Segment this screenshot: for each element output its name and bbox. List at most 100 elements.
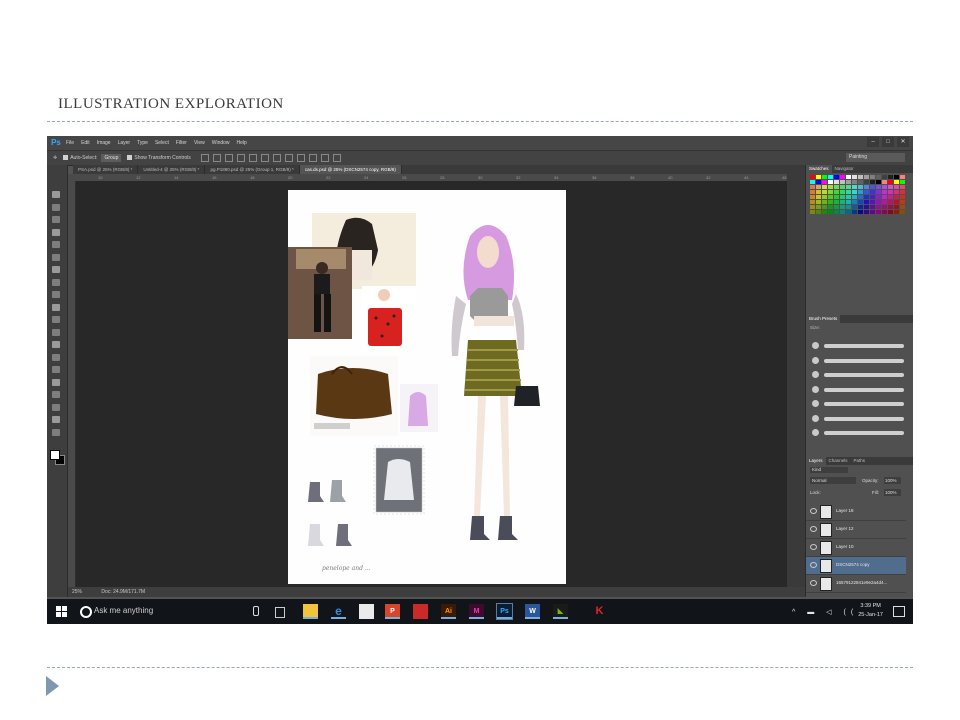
workspace-dropdown[interactable]: Painting [846,153,905,162]
move-tool-icon[interactable] [52,191,60,198]
indesign-icon[interactable]: M [469,604,484,619]
color-swatch[interactable] [846,180,851,184]
microphone-icon[interactable] [253,606,259,616]
color-swatch[interactable] [888,195,893,199]
color-swatch[interactable] [816,210,821,214]
auto-select-checkbox[interactable]: Auto-Select: [63,155,97,161]
blend-mode-dropdown[interactable]: Normal [810,477,856,484]
layer-kind-filter[interactable]: Kind [810,467,848,473]
color-swatch[interactable] [822,190,827,194]
pen-tool-icon[interactable] [52,366,60,373]
color-swatch[interactable] [810,200,815,204]
color-swatch[interactable] [810,180,815,184]
menu-layer[interactable]: Layer [118,140,131,146]
color-swatch[interactable] [828,190,833,194]
align-left-icon[interactable] [236,154,245,162]
brush-preset[interactable] [812,400,906,408]
color-swatch[interactable] [858,180,863,184]
edge-browser-icon[interactable]: e [331,604,346,619]
color-swatch[interactable] [840,185,845,189]
color-swatch[interactable] [900,185,905,189]
distribute-right-icon[interactable] [332,154,341,162]
color-swatch[interactable] [888,200,893,204]
color-swatch[interactable] [870,185,875,189]
color-swatch[interactable] [834,185,839,189]
color-swatch[interactable] [822,195,827,199]
color-swatch[interactable] [828,175,833,179]
color-swatch[interactable] [852,175,857,179]
taskbar-search-input[interactable]: Ask me anything [94,606,153,615]
type-tool-icon[interactable] [52,378,60,386]
visibility-eye-icon[interactable] [810,526,817,532]
menu-view[interactable]: View [194,140,205,146]
color-swatch[interactable] [828,185,833,189]
color-swatch[interactable] [834,210,839,214]
color-swatch[interactable] [888,210,893,214]
color-swatch[interactable] [852,190,857,194]
color-swatch[interactable] [882,175,887,179]
layer-row[interactable]: Layer 10 [806,539,906,557]
brush-tool-icon[interactable] [52,278,60,286]
color-swatch[interactable] [810,190,815,194]
color-swatch[interactable] [900,180,905,184]
color-swatch[interactable] [870,195,875,199]
dodge-tool-icon[interactable] [52,353,60,361]
color-swatch[interactable] [840,175,845,179]
distribute-bottom-icon[interactable] [296,154,305,162]
color-swatch[interactable] [834,180,839,184]
menu-filter[interactable]: Filter [176,140,187,146]
system-tray-icons[interactable]: ^ ▬ ◁ (( [792,608,858,616]
brush-preset[interactable] [812,385,906,394]
brush-preset[interactable] [812,356,906,365]
distribute-top-icon[interactable] [272,154,281,162]
word-icon[interactable]: W [525,604,540,619]
tab-pg-p1890[interactable]: pg.P1890.psd @ 25% (Group 1, RGB/8) * [205,165,300,174]
app-red-icon[interactable] [413,604,428,619]
color-swatch[interactable] [858,190,863,194]
color-swatch[interactable] [876,185,881,189]
align-bottom-icon[interactable] [224,154,233,162]
visibility-eye-icon[interactable] [810,562,817,568]
color-swatch[interactable] [822,210,827,214]
tab-navigator[interactable]: Navigator [832,165,857,173]
nvidia-icon[interactable]: ◣ [553,604,568,619]
color-swatch[interactable] [828,205,833,209]
color-swatch[interactable] [864,210,869,214]
color-swatch[interactable] [882,185,887,189]
color-swatch[interactable] [864,195,869,199]
align-middle-icon[interactable] [212,154,221,162]
color-swatch[interactable] [870,200,875,204]
gradient-tool-icon[interactable] [52,328,60,336]
color-swatch[interactable] [852,210,857,214]
zoom-level[interactable]: 25% [72,589,82,595]
powerpoint-icon[interactable]: P [385,604,400,619]
color-swatch[interactable] [870,175,875,179]
color-swatch[interactable] [864,185,869,189]
color-swatch[interactable] [876,180,881,184]
healing-tool-icon[interactable] [52,266,60,273]
file-explorer-icon[interactable] [303,604,318,619]
color-swatch[interactable] [882,200,887,204]
auto-select-dropdown[interactable]: Group [101,154,122,162]
color-swatch[interactable] [816,185,821,189]
color-swatch[interactable] [828,195,833,199]
color-swatch[interactable] [888,175,893,179]
color-swatch[interactable] [834,195,839,199]
quick-select-tool-icon[interactable] [52,228,60,236]
color-swatch[interactable] [846,195,851,199]
color-swatch[interactable] [822,180,827,184]
tab-channels[interactable]: Channels [826,457,851,465]
color-swatch[interactable] [840,190,845,194]
color-swatch[interactable] [864,190,869,194]
illustrator-icon[interactable]: Ai [441,604,456,619]
color-swatch[interactable] [828,210,833,214]
color-swatch[interactable] [858,200,863,204]
color-swatch[interactable] [858,195,863,199]
color-swatch[interactable] [840,210,845,214]
notification-icon[interactable] [893,606,905,617]
color-swatch[interactable] [894,195,899,199]
color-swatch[interactable] [870,180,875,184]
menu-file[interactable]: File [66,140,74,146]
menu-select[interactable]: Select [155,140,169,146]
color-swatch[interactable] [816,195,821,199]
